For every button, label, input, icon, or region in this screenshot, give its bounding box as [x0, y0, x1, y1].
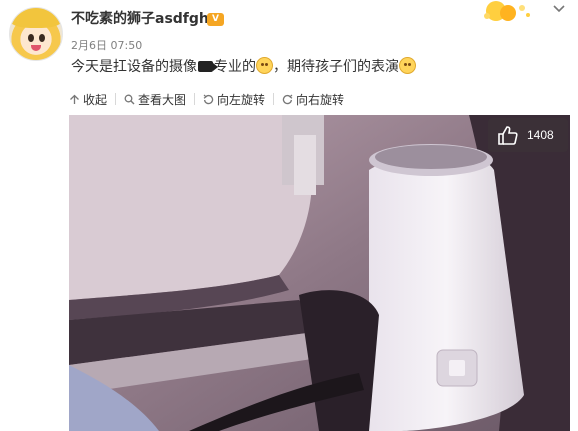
search-icon	[124, 94, 135, 104]
vip-badge-icon[interactable]: V	[207, 13, 224, 26]
toolbar-divider	[194, 93, 196, 105]
avatar-mouth	[31, 45, 41, 51]
toolbar-divider	[273, 93, 275, 105]
username-link[interactable]: 不吃素的狮子asdfgh	[71, 8, 209, 28]
rotate-left-icon	[203, 94, 214, 104]
rotate-right-icon	[282, 94, 293, 104]
post-text: 今天是扛设备的摄像 专业的 ，期待孩子们的表演	[71, 57, 416, 77]
post-text-part1: 今天是扛设备的摄像	[71, 59, 197, 75]
collapse-up-icon	[70, 94, 79, 104]
view-large-button[interactable]: 查看大图	[124, 91, 186, 108]
avatar-eye-right	[39, 34, 45, 42]
collapse-label: 收起	[83, 92, 108, 107]
post-photo[interactable]	[69, 115, 570, 431]
post-timestamp[interactable]: 2月6日 07:50	[71, 37, 142, 53]
video-camera-icon	[198, 61, 218, 72]
post-text-part2: 专业的	[214, 59, 256, 75]
camcorder-photo-image	[69, 115, 570, 431]
avatar-hair	[10, 8, 62, 28]
like-button[interactable]: 1408	[488, 118, 568, 152]
rotate-left-label: 向左旋转	[217, 92, 266, 107]
avatar[interactable]	[9, 7, 63, 61]
post-text-part3: ，期待孩子们的表演	[273, 59, 399, 75]
view-large-label: 查看大图	[138, 92, 187, 107]
decorative-sticker-icon	[484, 1, 530, 21]
chevron-down-icon[interactable]	[551, 2, 567, 16]
collapse-button[interactable]: 收起	[69, 91, 107, 108]
toolbar-divider	[115, 93, 117, 105]
thumbs-up-icon	[498, 126, 518, 145]
rotate-right-label: 向右旋转	[296, 92, 345, 107]
rotate-right-button[interactable]: 向右旋转	[282, 91, 344, 108]
image-toolbar: 收起 查看大图 向左旋转 向右旋转	[69, 89, 344, 109]
rotate-left-button[interactable]: 向左旋转	[203, 91, 265, 108]
like-count: 1408	[527, 128, 554, 142]
grin-emoji-icon	[256, 57, 273, 74]
avatar-eye-left	[28, 34, 34, 42]
smile-emoji-icon	[399, 57, 416, 74]
